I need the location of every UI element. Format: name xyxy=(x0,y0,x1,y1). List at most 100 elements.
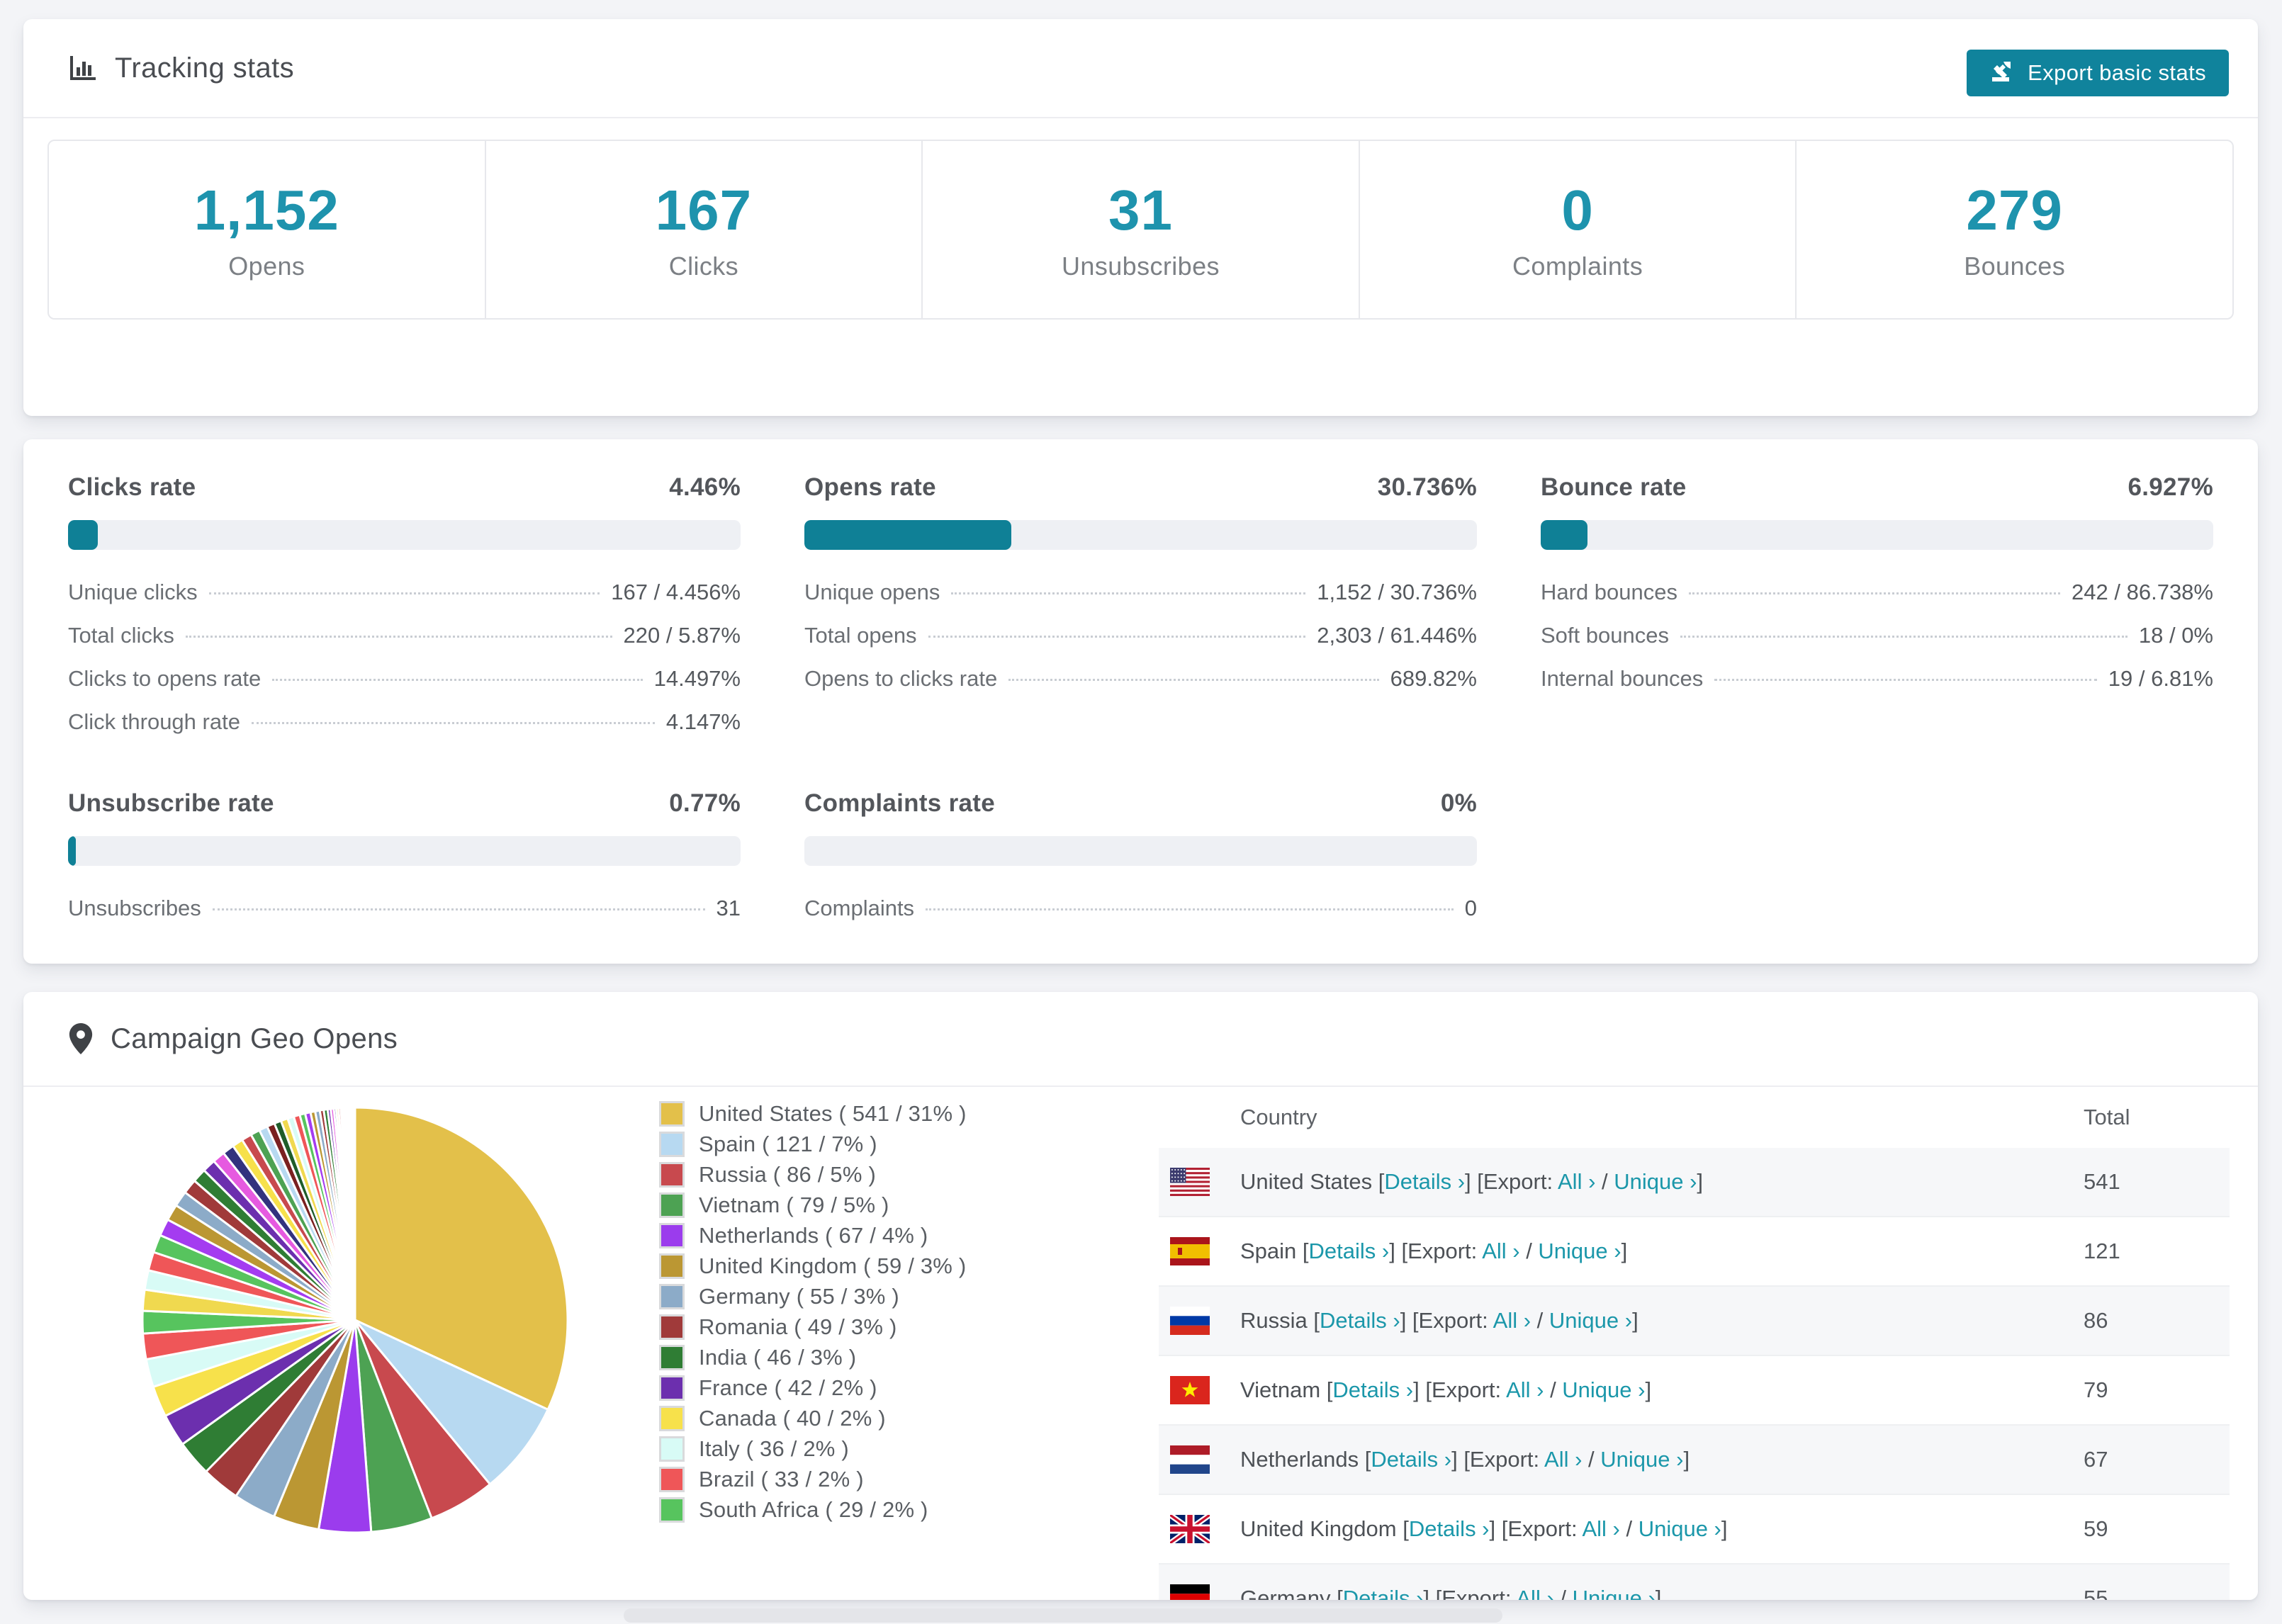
stat-row-value: 4.147% xyxy=(665,709,741,734)
country-total: 55 xyxy=(2084,1586,2108,1600)
legend-label: Italy ( 36 / 2% ) xyxy=(699,1436,849,1461)
rate-block-bounce-rate: Bounce rate 6.927% Hard bounces 242 / 86… xyxy=(1541,473,2213,752)
details-link[interactable]: Details › xyxy=(1409,1516,1490,1541)
stat-row-label: Opens to clicks rate xyxy=(804,666,998,691)
export-unique-link[interactable]: Unique › xyxy=(1549,1308,1632,1333)
legend-swatch xyxy=(659,1192,685,1218)
rate-value: 0.77% xyxy=(669,789,741,817)
export-all-link[interactable]: All › xyxy=(1544,1447,1582,1472)
summary-stat-value: 31 xyxy=(1108,179,1173,242)
details-link[interactable]: Details › xyxy=(1384,1169,1465,1194)
legend-label: Germany ( 55 / 3% ) xyxy=(699,1283,899,1309)
legend-item: United Kingdom ( 59 / 3% ) xyxy=(659,1251,967,1281)
geo-opens-header: Campaign Geo Opens xyxy=(23,992,2258,1087)
legend-swatch xyxy=(659,1314,685,1340)
stat-row-label: Internal bounces xyxy=(1541,666,1704,691)
progress-bar-track xyxy=(68,520,741,550)
country-name: Russia xyxy=(1240,1308,1308,1333)
stat-row-value: 167 / 4.456% xyxy=(611,580,741,604)
dotted-leader xyxy=(1714,679,2097,681)
country-flag-icon xyxy=(1170,1584,1210,1600)
legend-item: Netherlands ( 67 / 4% ) xyxy=(659,1220,967,1251)
legend-swatch xyxy=(659,1100,685,1127)
export-all-link[interactable]: All › xyxy=(1516,1586,1553,1600)
legend-swatch xyxy=(659,1436,685,1462)
legend-item: Vietnam ( 79 / 5% ) xyxy=(659,1190,967,1220)
stat-row-value: 0 xyxy=(1464,896,1477,920)
rate-value: 6.927% xyxy=(2128,473,2213,501)
country-total: 121 xyxy=(2084,1239,2120,1263)
export-unique-link[interactable]: Unique › xyxy=(1600,1447,1683,1472)
map-pin-icon xyxy=(68,1023,94,1054)
legend-swatch xyxy=(659,1283,685,1309)
legend-label: France ( 42 / 2% ) xyxy=(699,1375,877,1400)
country-flag-icon xyxy=(1170,1515,1210,1543)
stat-row-label: Hard bounces xyxy=(1541,580,1678,604)
legend-label: United States ( 541 / 31% ) xyxy=(699,1100,967,1126)
details-link[interactable]: Details › xyxy=(1332,1377,1413,1402)
export-all-link[interactable]: All › xyxy=(1558,1169,1595,1194)
summary-stat-bounces: 279 Bounces xyxy=(1795,141,2232,318)
geo-opens-pie-chart xyxy=(141,1106,569,1534)
country-table-row-spain: Spain [Details ›] [Export: All › / Uniqu… xyxy=(1159,1217,2230,1287)
dotted-leader xyxy=(185,636,612,638)
stat-row-label: Unique clicks xyxy=(68,580,198,604)
country-flag-icon xyxy=(1170,1376,1210,1404)
tracking-dashboard-page: Tracking stats Export basic stats 1,152 … xyxy=(0,0,2282,1624)
stat-row: Unsubscribes 31 xyxy=(68,896,741,921)
legend-swatch xyxy=(659,1375,685,1401)
country-flag-icon xyxy=(1170,1445,1210,1474)
export-unique-link[interactable]: Unique › xyxy=(1562,1377,1645,1402)
dotted-leader xyxy=(926,908,1454,910)
summary-stat-opens: 1,152 Opens xyxy=(49,141,485,318)
legend-label: Russia ( 86 / 5% ) xyxy=(699,1161,876,1187)
stat-row-value: 31 xyxy=(716,896,741,920)
details-link[interactable]: Details › xyxy=(1343,1586,1424,1600)
dotted-leader xyxy=(1008,679,1379,681)
export-all-link[interactable]: All › xyxy=(1482,1239,1519,1263)
dotted-leader xyxy=(928,636,1306,638)
legend-item: South Africa ( 29 / 2% ) xyxy=(659,1494,967,1525)
stat-row-label: Total opens xyxy=(804,623,917,648)
details-link[interactable]: Details › xyxy=(1309,1239,1390,1263)
legend-item: Brazil ( 33 / 2% ) xyxy=(659,1464,967,1494)
stat-row-label: Clicks to opens rate xyxy=(68,666,262,691)
geo-body: United States ( 541 / 31% ) Spain ( 121 … xyxy=(23,1087,2258,1600)
stat-row: Total clicks 220 / 5.87% xyxy=(68,623,741,648)
country-total: 67 xyxy=(2084,1447,2108,1472)
legend-label: United Kingdom ( 59 / 3% ) xyxy=(699,1253,967,1278)
summary-stat-complaints: 0 Complaints xyxy=(1358,141,1796,318)
details-link[interactable]: Details › xyxy=(1320,1308,1400,1333)
stat-row: Unique clicks 167 / 4.456% xyxy=(68,580,741,605)
export-unique-link[interactable]: Unique › xyxy=(1573,1586,1656,1600)
pie-legend: United States ( 541 / 31% ) Spain ( 121 … xyxy=(659,1098,967,1525)
export-unique-link[interactable]: Unique › xyxy=(1538,1239,1621,1263)
legend-item: Russia ( 86 / 5% ) xyxy=(659,1159,967,1190)
progress-bar-fill xyxy=(804,520,1011,550)
legend-swatch xyxy=(659,1405,685,1431)
pie-slice-other[interactable] xyxy=(353,1106,356,1321)
export-all-link[interactable]: All › xyxy=(1506,1377,1544,1402)
bar-chart-icon xyxy=(68,53,98,83)
details-link[interactable]: Details › xyxy=(1371,1447,1451,1472)
country-name: Netherlands xyxy=(1240,1447,1359,1472)
dotted-leader xyxy=(1680,636,2128,638)
export-all-link[interactable]: All › xyxy=(1493,1308,1531,1333)
country-table-row-russia: Russia [Details ›] [Export: All › / Uniq… xyxy=(1159,1287,2230,1356)
stat-row: Complaints 0 xyxy=(804,896,1477,921)
rates-grid: Clicks rate 4.46% Unique clicks 167 / 4.… xyxy=(23,439,2258,939)
country-name: United Kingdom xyxy=(1240,1516,1397,1541)
summary-stat-label: Complaints xyxy=(1512,252,1643,281)
progress-bar-track xyxy=(68,836,741,866)
country-table-row-united-kingdom: United Kingdom [Details ›] [Export: All … xyxy=(1159,1495,2230,1564)
export-basic-stats-button[interactable]: Export basic stats xyxy=(1967,50,2229,96)
horizontal-scrollbar-thumb[interactable] xyxy=(624,1608,1502,1623)
export-unique-link[interactable]: Unique › xyxy=(1639,1516,1721,1541)
summary-stat-value: 1,152 xyxy=(193,179,339,242)
legend-item: United States ( 541 / 31% ) xyxy=(659,1098,967,1129)
stat-row-value: 1,152 / 30.736% xyxy=(1317,580,1477,604)
stat-row: Soft bounces 18 / 0% xyxy=(1541,623,2213,648)
export-unique-link[interactable]: Unique › xyxy=(1614,1169,1697,1194)
legend-label: Brazil ( 33 / 2% ) xyxy=(699,1466,864,1492)
export-all-link[interactable]: All › xyxy=(1582,1516,1619,1541)
